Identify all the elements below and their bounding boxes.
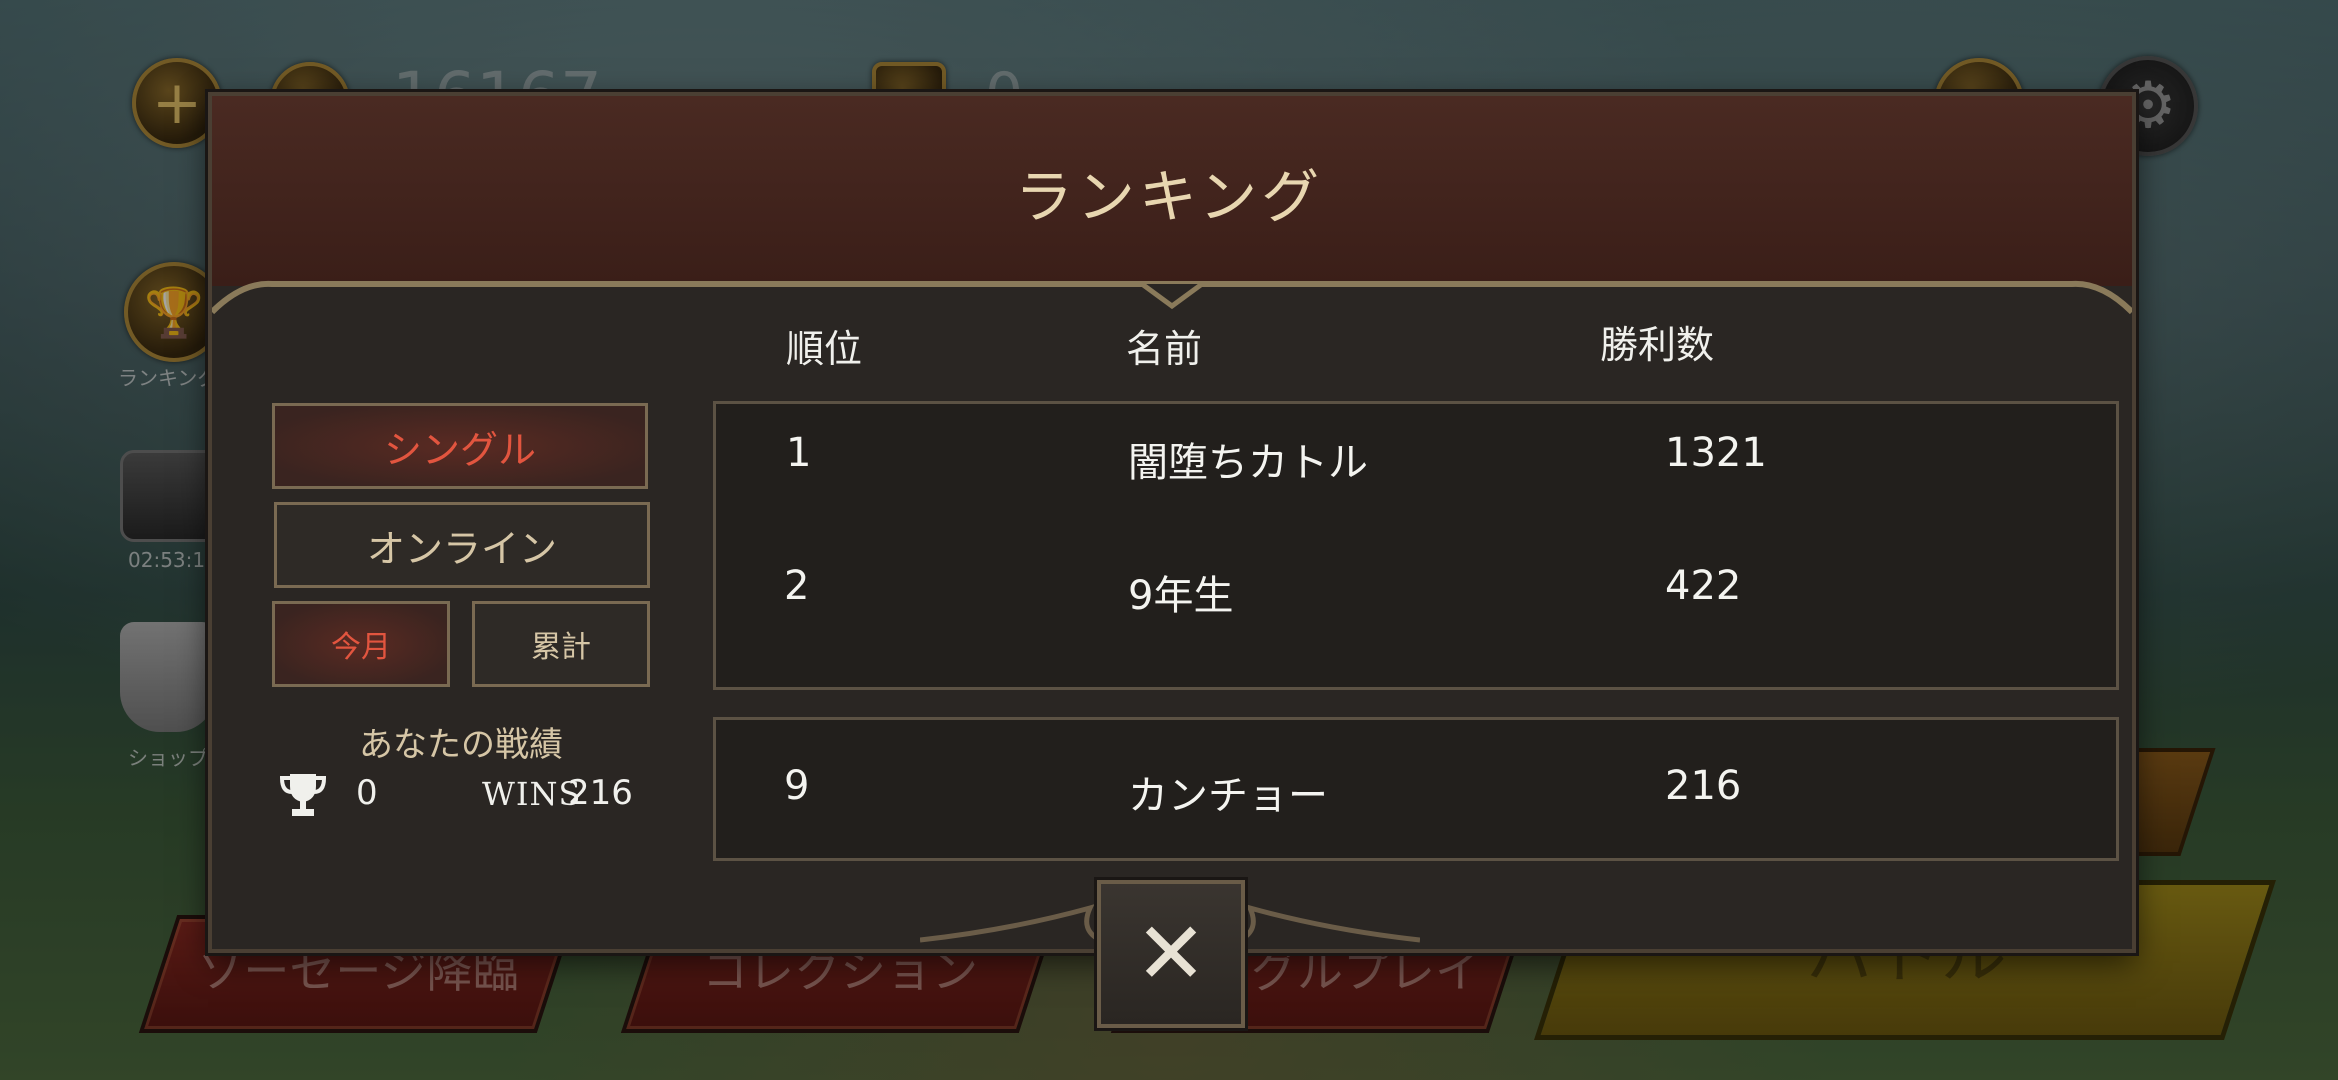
own-rank: 9 [784, 763, 810, 809]
tab-online-label: オンライン [366, 526, 557, 571]
modal-title: ランキング [1014, 163, 1324, 231]
own-wins: 216 [1665, 763, 1742, 809]
tab-this-month-label: 今月 [331, 630, 391, 665]
tab-online[interactable]: オンライン [274, 502, 650, 588]
row-1-name: 闇堕ちカトル [1128, 440, 1368, 486]
tab-single-label: シングル [383, 427, 536, 472]
header-trim [212, 280, 2132, 315]
tab-single[interactable]: シングル [272, 403, 648, 489]
record-wins: 216 [568, 773, 633, 813]
row-2-rank: 2 [784, 563, 810, 609]
record-title: あなたの戦績 [359, 725, 563, 765]
record-trophies: 0 [356, 773, 378, 813]
column-rank: 順位 [786, 327, 863, 371]
own-ranking-row [713, 717, 2119, 861]
row-2-name: 9年生 [1128, 573, 1234, 619]
row-1-wins: 1321 [1665, 430, 1767, 476]
ranking-table[interactable] [713, 401, 2119, 690]
row-1-rank: 1 [786, 430, 812, 476]
tab-total-label: 累計 [531, 630, 591, 665]
close-icon: ✕ [1134, 904, 1208, 1004]
trophy-icon [279, 774, 327, 816]
column-wins: 勝利数 [1600, 323, 1715, 367]
own-name: カンチョー [1128, 773, 1328, 819]
tab-this-month[interactable]: 今月 [272, 601, 450, 687]
close-button[interactable]: ✕ [1097, 880, 1245, 1028]
row-2-wins: 422 [1665, 563, 1742, 609]
column-name: 名前 [1126, 327, 1203, 371]
tab-total[interactable]: 累計 [472, 601, 650, 687]
record-wins-label: WINS [482, 775, 582, 813]
